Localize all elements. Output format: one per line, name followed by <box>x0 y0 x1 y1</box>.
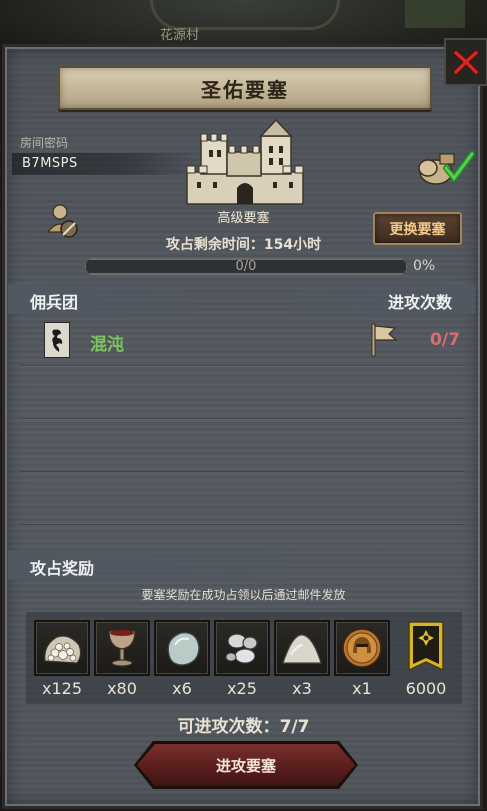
silver-pebbles-icon <box>225 633 258 664</box>
reward-slot[interactable] <box>334 620 390 676</box>
supply-check-icon[interactable] <box>416 148 476 186</box>
goblet-icon <box>108 630 136 667</box>
remaining-attacks: 可进攻次数：7/7 <box>0 712 487 737</box>
title-plate: 圣佑要塞 <box>58 66 432 110</box>
attack-used: 0 <box>430 330 442 350</box>
time-value: 154小时 <box>263 237 322 253</box>
page-title: 圣佑要塞 <box>201 77 289 102</box>
map-decoration <box>405 0 465 28</box>
capture-time-remaining: 攻占剩余时间：154小时 <box>0 234 487 254</box>
attack-count: 0/7 <box>430 330 460 350</box>
helmet-coin-icon <box>342 628 382 668</box>
reward-slot[interactable] <box>154 620 210 676</box>
progress-percent: 0% <box>413 258 436 274</box>
reward-note: 要塞奖励在成功占领以后通过邮件发放 <box>141 588 346 602</box>
empty-row <box>20 419 465 472</box>
attack-total: 7 <box>448 330 460 350</box>
mercenary-emblem <box>44 322 70 358</box>
rewards-header: 攻占奖励 <box>30 559 95 578</box>
attacks-header: 进攻次数 <box>388 293 453 312</box>
reward-qty: x1 <box>352 679 372 698</box>
room-code-label: 房间密码 <box>20 136 69 150</box>
empty-row <box>20 472 465 525</box>
mercenary-header: 佣兵团 <box>30 293 79 312</box>
close-icon <box>452 49 480 76</box>
reward-slot[interactable] <box>274 620 330 676</box>
close-button[interactable] <box>444 38 487 86</box>
dragon-emblem-icon <box>52 329 63 352</box>
flag-icon <box>371 323 398 357</box>
powder-pile-icon <box>282 634 322 664</box>
reward-qty: 6000 <box>405 679 447 698</box>
progress-text: 0/0 <box>235 259 257 274</box>
time-label: 攻占剩余时间： <box>165 237 264 253</box>
reward-slot[interactable] <box>94 620 150 676</box>
map-place-label: 花源村 <box>160 28 200 43</box>
ore-pile-icon <box>44 635 82 664</box>
room-code-value[interactable]: B7MSPS <box>22 156 78 171</box>
attack-fortress-button[interactable]: 进攻要塞 <box>137 744 355 786</box>
reward-slot[interactable] <box>34 620 90 676</box>
remaining-value: 7/7 <box>279 717 310 737</box>
reward-slot[interactable] <box>214 620 270 676</box>
mercenary-name: 混沌 <box>90 335 124 355</box>
attack-fortress-label: 进攻要塞 <box>215 756 276 775</box>
fortress-icon <box>186 118 304 205</box>
empty-row <box>20 366 465 419</box>
remaining-label: 可进攻次数： <box>177 717 280 737</box>
guild-banner-icon[interactable] <box>407 620 445 676</box>
stone-icon <box>167 632 200 666</box>
